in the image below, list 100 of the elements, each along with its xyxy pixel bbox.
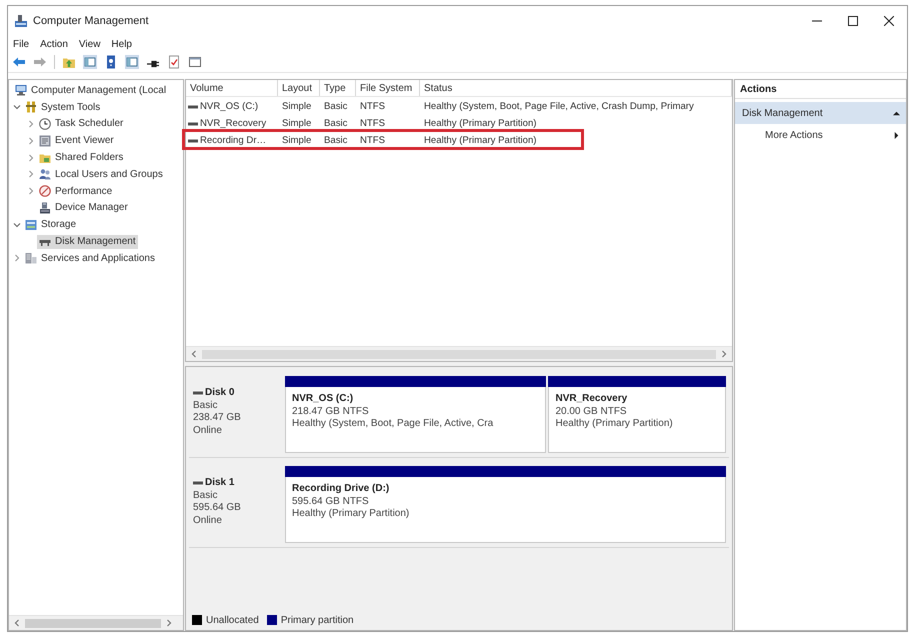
tree-item[interactable]: Event Viewer <box>37 134 116 148</box>
app-icon <box>14 14 28 28</box>
horizontal-scrollbar[interactable] <box>186 346 732 361</box>
legend-label: Unallocated <box>206 614 259 626</box>
disk-name: Disk 0 <box>205 387 234 400</box>
volume-name: NVR_OS (C:) <box>200 101 258 112</box>
column-header[interactable]: Type <box>320 80 356 96</box>
column-header[interactable]: Status <box>420 80 732 96</box>
partition-box[interactable]: NVR_OS (C:) 218.47 GB NTFS Healthy (System, Boot, Page File, Active, Cra <box>285 387 546 453</box>
drive-icon <box>188 122 198 126</box>
server-icon <box>25 252 37 264</box>
drive-icon <box>193 481 203 486</box>
table-cell-text: Simple <box>281 135 312 146</box>
tree-item[interactable]: Device Manager <box>37 200 130 215</box>
disk-size: 238.47 GB <box>193 412 242 424</box>
toolbox-icon <box>25 101 37 114</box>
table-cell-text: NTFS <box>359 135 386 146</box>
disk-type: Basic <box>193 400 218 412</box>
gauge-icon <box>39 185 51 198</box>
chevron-right-icon[interactable] <box>27 154 35 162</box>
disk-name: Disk 1 <box>205 477 234 490</box>
menu-item[interactable]: View <box>78 38 100 50</box>
device-icon <box>39 202 51 214</box>
table-cell-text: NTFS <box>359 101 386 112</box>
computer-icon <box>15 84 27 96</box>
partition-status: Healthy (Primary Partition) <box>292 508 410 520</box>
tree-item[interactable]: Task Scheduler <box>37 116 126 131</box>
chevron-down-icon[interactable] <box>13 103 21 112</box>
action-section[interactable]: Disk Management <box>735 102 906 124</box>
column-header[interactable]: File System <box>356 80 420 96</box>
storage-icon <box>25 218 37 231</box>
table-cell-text: Basic <box>323 135 348 146</box>
scroll-right-icon[interactable] <box>165 619 173 627</box>
drive-icon <box>188 104 198 108</box>
tree-item[interactable]: Disk Management <box>37 234 138 249</box>
close-icon <box>884 16 894 26</box>
collapse-triangle-icon[interactable] <box>893 110 900 116</box>
drive-icon <box>193 391 203 396</box>
column-header[interactable]: Layout <box>278 80 320 96</box>
chevron-right-icon[interactable] <box>27 187 35 196</box>
menu-item[interactable]: File <box>13 38 30 50</box>
clock-icon <box>39 118 51 130</box>
horizontal-scrollbar[interactable] <box>9 615 183 630</box>
partition-box[interactable]: Recording Drive (D:) 595.64 GB NTFS Healthy (Primary Partition) <box>285 477 726 543</box>
chevron-right-icon[interactable] <box>27 136 35 145</box>
disk-status: Online <box>193 424 223 437</box>
partition-box[interactable]: NVR_Recovery 20.00 GB NTFS Healthy (Primary Partition) <box>548 387 726 453</box>
partition-name: NVR_OS (C:) <box>292 393 354 406</box>
tree-item[interactable]: Local Users and Groups <box>37 167 165 182</box>
help-icon[interactable] <box>104 55 118 69</box>
scroll-left-icon[interactable] <box>13 619 21 627</box>
folder-icon <box>39 152 51 164</box>
disk-type: Basic <box>193 490 218 502</box>
chevron-down-icon[interactable] <box>13 220 21 229</box>
drive-icon <box>188 138 198 142</box>
table-cell-text: Healthy (System, Boot, Page File, Active, Crash Dump, Primary <box>423 101 695 112</box>
table-cell-text: Healthy (Primary Partition) <box>423 118 538 129</box>
action-link[interactable]: More Actions <box>735 124 906 146</box>
tree-item[interactable]: Shared Folders <box>37 150 126 165</box>
partition-size: 20.00 GB NTFS <box>555 406 628 418</box>
disk-status: Online <box>193 514 223 527</box>
window-title: Computer Management <box>33 15 149 27</box>
column-header[interactable]: Volume <box>186 80 278 96</box>
tree-item[interactable]: System Tools <box>23 100 102 114</box>
table-cell-text: NTFS <box>359 118 386 129</box>
menu-item[interactable]: Help <box>111 38 132 50</box>
pane-icon[interactable] <box>83 55 97 69</box>
partition-name: NVR_Recovery <box>555 393 628 406</box>
scroll-thumb[interactable] <box>25 618 161 628</box>
table-cell-text: Healthy (Primary Partition) <box>423 135 538 146</box>
partition-status: Healthy (Primary Partition) <box>555 418 674 430</box>
window-icon[interactable] <box>188 55 202 69</box>
volume-name: NVR_Recovery <box>200 118 266 129</box>
users-icon <box>39 168 51 180</box>
disk-size: 595.64 GB <box>193 502 242 514</box>
table-cell-text: Simple <box>281 118 312 129</box>
tree-item[interactable]: Computer Management (Local <box>13 83 168 98</box>
partition-name: Recording Drive (D:) <box>292 483 390 496</box>
table-cell-text: Simple <box>281 101 312 112</box>
tree-item[interactable]: Storage <box>23 218 78 232</box>
log-icon <box>39 134 51 147</box>
tree-item[interactable]: Performance <box>37 184 114 198</box>
partition-size: 595.64 GB NTFS <box>292 496 370 508</box>
legend-label: Primary partition <box>280 614 354 626</box>
partition-size: 218.47 GB NTFS <box>292 406 370 418</box>
pane-icon[interactable] <box>125 55 139 69</box>
table-cell-text: Basic <box>323 101 348 112</box>
chevron-right-icon[interactable] <box>27 170 35 178</box>
partition-status: Healthy (System, Boot, Page File, Active, Cra <box>292 418 494 430</box>
scroll-right-icon[interactable] <box>720 350 728 358</box>
scroll-left-icon[interactable] <box>190 350 198 358</box>
menu-item[interactable]: Action <box>40 38 68 50</box>
table-cell-text: Basic <box>323 118 348 129</box>
actions-header: Actions <box>735 80 906 99</box>
volume-name: Recording Dr… <box>200 135 266 146</box>
document-icon[interactable] <box>167 55 181 69</box>
chevron-right-icon[interactable] <box>13 254 21 262</box>
tree-item[interactable]: Services and Applications <box>23 251 157 266</box>
chevron-right-icon[interactable] <box>27 120 35 128</box>
back-arrow-icon[interactable] <box>12 55 26 69</box>
